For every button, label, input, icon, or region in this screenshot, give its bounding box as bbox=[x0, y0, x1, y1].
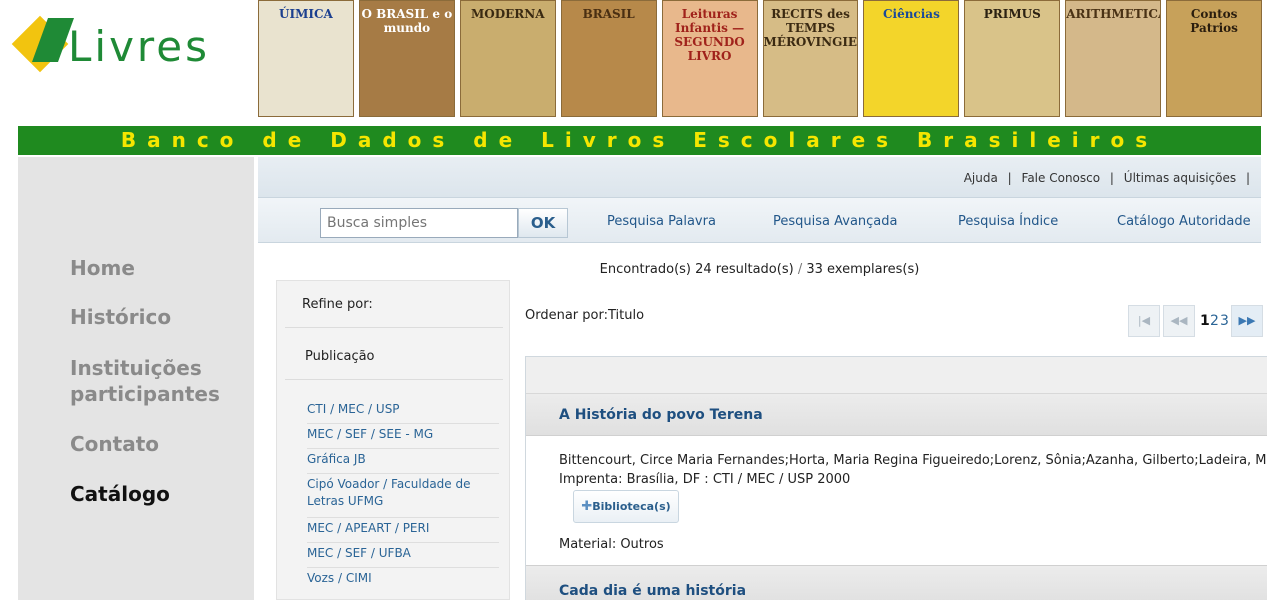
divider bbox=[285, 327, 503, 328]
page: Livres ÚIMICA O BRASIL e o mundo MODERNA BR… bbox=[0, 0, 1267, 600]
library-button-label: Biblioteca(s) bbox=[592, 500, 671, 513]
help-link[interactable]: Ajuda bbox=[961, 171, 1001, 185]
page-number[interactable]: 3 bbox=[1220, 313, 1229, 329]
book-cover: Contos Patrios bbox=[1166, 0, 1263, 117]
book-cover-title: O BRASIL e o mundo bbox=[361, 7, 453, 35]
facet-item[interactable]: Gráfica JB bbox=[307, 451, 499, 468]
book-cover-title: MODERNA bbox=[470, 7, 545, 21]
book-cover: RECITS des TEMPS MÉROVINGIENS bbox=[762, 0, 859, 117]
divider bbox=[307, 423, 499, 424]
divider bbox=[307, 473, 499, 474]
recent-acquisitions-link[interactable]: Últimas aquisições bbox=[1121, 171, 1239, 185]
results-header-row bbox=[526, 357, 1267, 394]
facet-item[interactable]: Vozs / CIMI bbox=[307, 570, 499, 587]
site-banner: Banco de Dados de Livros Escolares Brasi… bbox=[18, 126, 1261, 155]
refine-section-publication[interactable]: Publicação bbox=[305, 349, 375, 364]
divider bbox=[307, 517, 499, 518]
result-title-row: Cada dia é uma história bbox=[526, 565, 1267, 600]
prev-page-button[interactable]: ◀◀ bbox=[1163, 305, 1195, 337]
refine-header: Refine por: bbox=[302, 297, 373, 312]
contact-link[interactable]: Fale Conosco bbox=[1019, 171, 1104, 185]
book-cover: ARITHMETICA bbox=[1065, 0, 1162, 117]
book-cover-title: Ciências bbox=[882, 7, 940, 21]
divider bbox=[307, 448, 499, 449]
book-cover-title: Contos Patrios bbox=[1190, 7, 1238, 35]
nav-item-home[interactable]: Home bbox=[70, 255, 135, 281]
search-ok-button[interactable]: OK bbox=[518, 208, 568, 238]
library-button[interactable]: ✚Biblioteca(s) bbox=[573, 490, 679, 523]
result-title[interactable]: A História do povo Terena bbox=[559, 407, 763, 423]
plus-icon: ✚ bbox=[581, 499, 593, 514]
refine-sidebar: Refine por: Publicação CTI / MEC / USP M… bbox=[276, 280, 510, 600]
result-count-separator: / bbox=[797, 262, 803, 277]
book-cover-title: Leituras Infantis — SEGUNDO LIVRO bbox=[674, 7, 745, 63]
nav-item-instituicoes[interactable]: Instituições participantes bbox=[70, 355, 220, 407]
book-cover: Leituras Infantis — SEGUNDO LIVRO bbox=[661, 0, 758, 117]
advanced-search-link[interactable]: Pesquisa Avançada bbox=[773, 214, 897, 229]
result-count-copies: 33 exemplares(s) bbox=[806, 262, 920, 277]
authority-catalog-link[interactable]: Catálogo Autoridade bbox=[1117, 214, 1251, 229]
book-cover-title: ARITHMETICA bbox=[1066, 7, 1162, 21]
nav-item-catalogo[interactable]: Catálogo bbox=[70, 481, 170, 507]
sort-by-label[interactable]: Ordenar por:Titulo bbox=[525, 308, 644, 323]
logo-text: Livres bbox=[68, 22, 210, 71]
book-cover-strip: ÚIMICA O BRASIL e o mundo MODERNA BRASIL Lei… bbox=[258, 0, 1267, 117]
book-cover: Ciências bbox=[863, 0, 960, 117]
nav-item-instituicoes-line1: Instituições bbox=[70, 356, 202, 380]
book-cover-title: BRASIL bbox=[582, 7, 635, 21]
book-cover-title: RECITS des TEMPS MÉROVINGIENS bbox=[763, 7, 858, 49]
results-list: A História do povo Terena Bittencourt, C… bbox=[525, 356, 1267, 600]
page-number-current: 1 bbox=[1200, 313, 1210, 329]
book-cover-title: ÚIMICA bbox=[279, 7, 333, 21]
next-page-button[interactable]: ▶▶ bbox=[1231, 305, 1263, 337]
facet-item[interactable]: MEC / SEF / SEE - MG bbox=[307, 426, 499, 443]
page-number[interactable]: 2 bbox=[1210, 313, 1219, 329]
site-logo[interactable]: Livres bbox=[11, 15, 228, 76]
divider bbox=[307, 542, 499, 543]
result-material: Material: Outros bbox=[559, 537, 664, 552]
result-imprint: Imprenta: Brasília, DF : CTI / MEC / USP… bbox=[559, 472, 851, 487]
separator: | bbox=[1109, 171, 1114, 185]
search-bar: OK Pesquisa Palavra Pesquisa Avançada Pe… bbox=[258, 197, 1261, 243]
nav-item-instituicoes-line2: participantes bbox=[70, 382, 220, 406]
first-page-button[interactable]: |◀ bbox=[1128, 305, 1160, 337]
separator: | bbox=[1245, 171, 1250, 185]
pagination: |◀ ◀◀ 1 2 3 ▶▶ bbox=[1128, 305, 1263, 337]
book-cover: PRIMUS bbox=[964, 0, 1061, 117]
result-title-row: A História do povo Terena bbox=[526, 394, 1267, 436]
index-search-link[interactable]: Pesquisa Índice bbox=[958, 214, 1058, 229]
facet-item[interactable]: MEC / SEF / UFBA bbox=[307, 545, 499, 562]
facet-item[interactable]: Cipó Voador / Faculdade de Letras UFMG bbox=[307, 476, 499, 510]
result-count: Encontrado(s) 24 resultado(s) / 33 exemp… bbox=[258, 262, 1261, 277]
divider bbox=[285, 379, 503, 380]
nav-item-historico[interactable]: Histórico bbox=[70, 304, 171, 330]
book-cover: MODERNA bbox=[459, 0, 556, 117]
divider bbox=[307, 567, 499, 568]
facet-item[interactable]: CTI / MEC / USP bbox=[307, 401, 499, 418]
top-links: Ajuda | Fale Conosco | Últimas aquisiçõe… bbox=[961, 171, 1253, 185]
separator: | bbox=[1007, 171, 1012, 185]
search-word-link[interactable]: Pesquisa Palavra bbox=[607, 214, 716, 229]
left-navigation: Home Histórico Instituições participante… bbox=[18, 157, 254, 600]
search-input[interactable] bbox=[320, 208, 518, 238]
book-cover: BRASIL bbox=[560, 0, 657, 117]
book-cover: O BRASIL e o mundo bbox=[358, 0, 455, 117]
result-authors: Bittencourt, Circe Maria Fernandes;Horta… bbox=[559, 453, 1267, 468]
result-count-results: Encontrado(s) 24 resultado(s) bbox=[599, 262, 794, 277]
nav-item-contato[interactable]: Contato bbox=[70, 431, 159, 457]
book-cover: ÚIMICA bbox=[258, 0, 354, 117]
top-links-bar: Ajuda | Fale Conosco | Últimas aquisiçõe… bbox=[258, 157, 1261, 197]
facet-item[interactable]: MEC / APEART / PERI bbox=[307, 520, 499, 537]
book-cover-title: PRIMUS bbox=[983, 7, 1041, 21]
result-title[interactable]: Cada dia é uma história bbox=[559, 583, 746, 599]
